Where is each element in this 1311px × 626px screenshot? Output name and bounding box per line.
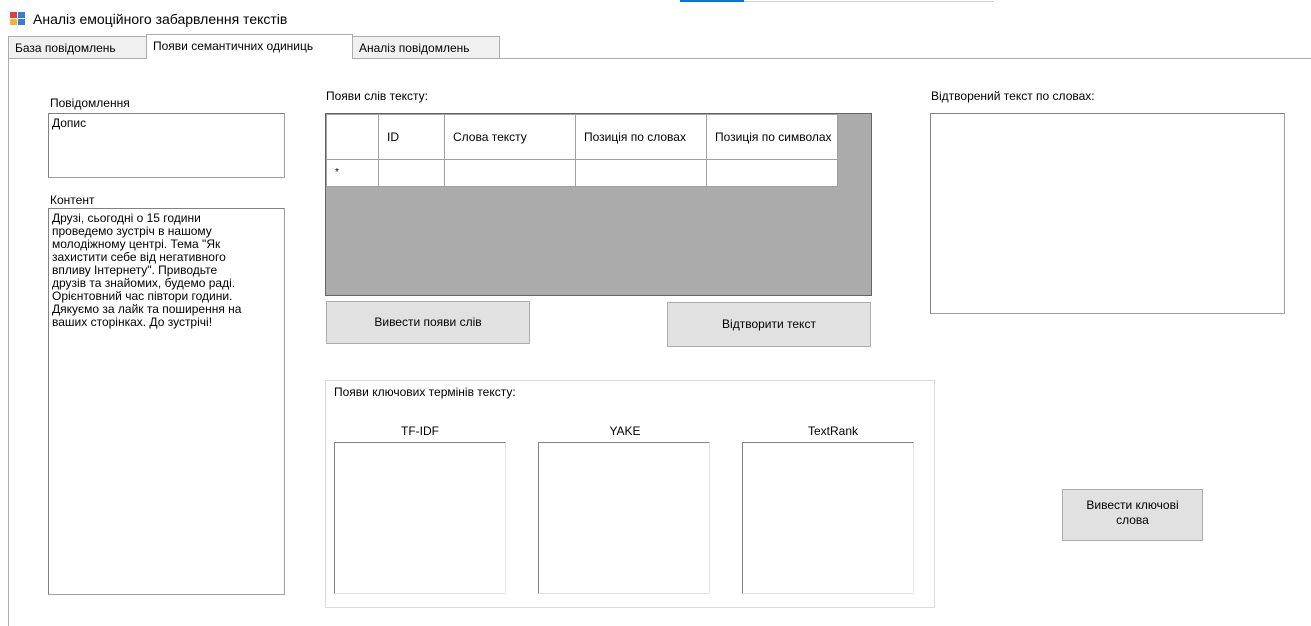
grid-header-row: ID Слова тексту Позиція по словах Позиці… xyxy=(326,114,838,160)
title-bar: Аналіз емоційного забарвлення текстів xyxy=(0,0,1311,34)
message-text: Допис xyxy=(52,116,87,130)
restored-text-textbox[interactable] xyxy=(930,113,1285,314)
message-label: Повідомлення xyxy=(50,96,130,110)
keywords-group-label: Появи ключових термінів тексту: xyxy=(334,385,516,399)
word-grid-label: Появи слів тексту: xyxy=(326,89,428,103)
word-occurrences-grid[interactable]: ID Слова тексту Позиція по словах Позиці… xyxy=(325,113,872,296)
grid-cell[interactable] xyxy=(444,159,576,187)
grid-column-header[interactable]: Слова тексту xyxy=(444,114,576,160)
grid-table: ID Слова тексту Позиція по словах Позиці… xyxy=(326,114,838,187)
top-divider xyxy=(744,1,994,2)
grid-new-row[interactable]: * xyxy=(326,159,838,187)
textrank-label: TextRank xyxy=(807,424,859,438)
grid-new-row-marker: * xyxy=(326,159,379,187)
tfidf-listbox[interactable] xyxy=(334,442,506,594)
restored-text xyxy=(931,114,1284,120)
grid-column-header[interactable]: Позиція по символах xyxy=(706,114,838,160)
textrank-listbox[interactable] xyxy=(742,442,914,594)
restore-text-button-label: Відтворити текст xyxy=(722,317,816,331)
top-accent-bar xyxy=(680,0,744,2)
restore-text-button[interactable]: Відтворити текст xyxy=(667,302,871,347)
content-label: Контент xyxy=(50,193,95,207)
app-window-icon xyxy=(10,12,26,26)
grid-cell[interactable] xyxy=(706,159,838,187)
show-keywords-button[interactable]: Вивести ключові слова xyxy=(1062,489,1203,541)
tab-semantic-units[interactable]: Появи семантичних одиниць xyxy=(146,34,353,59)
grid-cell[interactable] xyxy=(575,159,707,187)
grid-column-header[interactable]: Позиція по словах xyxy=(575,114,707,160)
yake-listbox[interactable] xyxy=(538,442,710,594)
content-text: Друзі, сьогодні о 15 години проведемо зу… xyxy=(52,211,242,329)
tfidf-label: TF-IDF xyxy=(401,424,439,438)
message-textbox[interactable]: Допис xyxy=(48,113,285,178)
grid-column-header[interactable]: ID xyxy=(378,114,445,160)
yake-label: YAKE xyxy=(609,424,641,438)
window-title: Аналіз емоційного забарвлення текстів xyxy=(33,11,288,27)
grid-row-header-corner xyxy=(326,114,379,160)
show-keywords-button-label: Вивести ключові слова xyxy=(1086,498,1179,527)
content-textbox[interactable]: Друзі, сьогодні о 15 години проведемо зу… xyxy=(48,208,285,595)
show-words-button[interactable]: Вивести появи слів xyxy=(326,301,530,344)
restored-text-label: Відтворений текст по словах: xyxy=(931,89,1095,103)
grid-cell[interactable] xyxy=(378,159,445,187)
tab-messages-base[interactable]: База повідомлень xyxy=(8,36,147,58)
tab-message-analysis[interactable]: Аналіз повідомлень xyxy=(352,36,500,58)
show-words-button-label: Вивести появи слів xyxy=(374,315,482,329)
